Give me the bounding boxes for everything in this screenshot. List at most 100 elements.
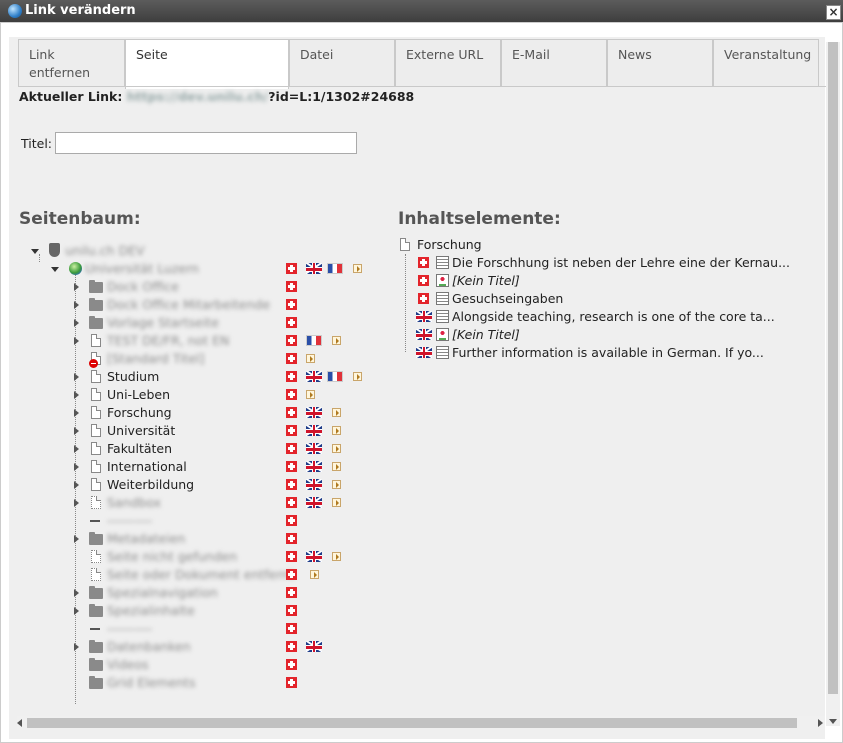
collapsed-arrow-icon[interactable] (74, 643, 79, 651)
tree-item-label[interactable]: ---------- (107, 512, 152, 530)
flag-gb-icon (306, 461, 322, 472)
flag-ch-icon (286, 605, 297, 616)
content-element-label[interactable]: [Kein Titel] (452, 272, 520, 290)
tree-item-label[interactable]: International (107, 458, 187, 476)
folder-icon (89, 586, 103, 599)
scrollbar-thumb[interactable] (27, 718, 797, 728)
collapsed-arrow-icon[interactable] (74, 319, 79, 327)
flag-ch-icon (286, 443, 297, 454)
tree-item-label[interactable]: Fakultäten (107, 440, 172, 458)
collapsed-arrow-icon[interactable] (74, 427, 79, 435)
tree-item-label[interactable]: Spezialnavigation (107, 584, 218, 602)
flag-ch-icon (286, 389, 297, 400)
tree-item-label[interactable]: [Standard Titel] (107, 350, 204, 368)
flag-ch-icon (286, 407, 297, 418)
vertical-scrollbar[interactable] (826, 42, 840, 726)
collapsed-arrow-icon[interactable] (74, 481, 79, 489)
tree-item-label[interactable]: ---------- (107, 620, 152, 638)
scroll-down-arrow-icon[interactable] (829, 719, 837, 724)
tree-item-label[interactable]: unilu.ch DEV (65, 242, 145, 260)
scrollbar-thumb[interactable] (828, 42, 838, 694)
content-image-icon (436, 328, 449, 341)
tree-item-label[interactable]: Dock Office (107, 278, 179, 296)
tab-veranstaltung[interactable]: Veranstaltung (713, 39, 819, 87)
collapsed-arrow-icon[interactable] (74, 373, 79, 381)
collapsed-arrow-icon[interactable] (74, 589, 79, 597)
flag-ch-icon (286, 659, 297, 670)
tree-item-label[interactable]: Universität (107, 422, 175, 440)
tree-item-label[interactable]: Datenbanken (107, 638, 191, 656)
more-icon[interactable] (332, 336, 341, 345)
collapsed-arrow-icon[interactable] (74, 337, 79, 345)
more-icon[interactable] (332, 498, 341, 507)
tab-datei[interactable]: Datei (289, 39, 395, 87)
tree-item-label[interactable]: Weiterbildung (107, 476, 194, 494)
collapsed-arrow-icon[interactable] (74, 499, 79, 507)
horizontal-scrollbar[interactable] (17, 716, 825, 730)
more-icon[interactable] (332, 444, 341, 453)
tree-item-label[interactable]: Studium (107, 368, 159, 386)
tree-item-label[interactable]: Videos (107, 656, 149, 674)
collapsed-arrow-icon[interactable] (74, 463, 79, 471)
collapsed-arrow-icon[interactable] (74, 391, 79, 399)
tree-item-label[interactable]: Forschung (107, 404, 172, 422)
collapsed-arrow-icon[interactable] (74, 283, 79, 291)
close-button[interactable]: × (826, 5, 841, 20)
title-label: Titel: (21, 136, 52, 151)
content-element-label[interactable]: Further information is available in Germ… (452, 344, 764, 362)
more-icon[interactable] (332, 552, 341, 561)
page-icon (91, 442, 101, 455)
more-icon[interactable] (332, 408, 341, 417)
title-input[interactable] (55, 132, 357, 154)
folder-icon (89, 316, 103, 329)
content-element-label[interactable]: Gesuchseingaben (452, 290, 563, 308)
tree-item-label[interactable]: Seite nicht gefunden (107, 548, 237, 566)
scroll-right-arrow-icon[interactable] (818, 719, 823, 727)
flag-gb-icon (306, 479, 322, 490)
page-icon (91, 406, 101, 419)
tree-item-label[interactable]: Universität Luzern (85, 260, 199, 278)
tab-e-mail[interactable]: E-Mail (501, 39, 607, 87)
page-tree-heading: Seitenbaum: (19, 209, 141, 229)
scroll-left-arrow-icon[interactable] (17, 719, 22, 727)
tab-externe-url[interactable]: Externe URL (395, 39, 501, 87)
more-icon[interactable] (353, 372, 362, 381)
tree-item-label[interactable]: Sandbox (107, 494, 161, 512)
more-icon[interactable] (310, 570, 319, 579)
tree-item-label[interactable]: Grid Elements (107, 674, 195, 692)
expanded-arrow-icon[interactable] (31, 249, 39, 254)
page-icon (91, 334, 101, 347)
folder-icon (89, 658, 103, 671)
folder-icon (89, 298, 103, 311)
content-text-icon (436, 346, 449, 359)
collapsed-arrow-icon[interactable] (74, 607, 79, 615)
content-element-label[interactable]: Die Forschhung ist neben der Lehre eine … (452, 254, 790, 272)
more-icon[interactable] (353, 264, 362, 273)
more-icon[interactable] (332, 426, 341, 435)
tree-item-label[interactable]: Vorlage Startseite (107, 314, 219, 332)
content-text-icon (436, 310, 449, 323)
tree-item-label[interactable]: Uni-Leben (107, 386, 170, 404)
content-element-label[interactable]: [Kein Titel] (452, 326, 520, 344)
collapsed-arrow-icon[interactable] (74, 301, 79, 309)
collapsed-arrow-icon[interactable] (74, 445, 79, 453)
tab-news[interactable]: News (607, 39, 713, 87)
expanded-arrow-icon[interactable] (51, 267, 59, 272)
tree-item-label[interactable]: Spezialinhalte (107, 602, 195, 620)
folder-icon (89, 532, 103, 545)
tree-item-label[interactable]: TEST DE/FR, not EN (107, 332, 229, 350)
tree-item-label[interactable]: Seite oder Dokument entfernt (107, 566, 294, 584)
content-element-label[interactable]: Alongside teaching, research is one of t… (452, 308, 775, 326)
tab-link-entfernen[interactable]: Link entfernen (18, 39, 125, 87)
more-icon[interactable] (306, 390, 315, 399)
collapsed-arrow-icon[interactable] (74, 535, 79, 543)
collapsed-arrow-icon[interactable] (74, 409, 79, 417)
more-icon[interactable] (306, 354, 315, 363)
more-icon[interactable] (332, 462, 341, 471)
more-icon[interactable] (332, 480, 341, 489)
tab-seite[interactable]: Seite (125, 39, 289, 89)
tree-item-label[interactable]: Dock Office Mitarbeitende (107, 296, 270, 314)
page-icon (91, 424, 101, 437)
tree-item-label[interactable]: Metadateien (107, 530, 185, 548)
current-link-url-suffix: ?id=L:1/1302#24688 (268, 89, 415, 104)
